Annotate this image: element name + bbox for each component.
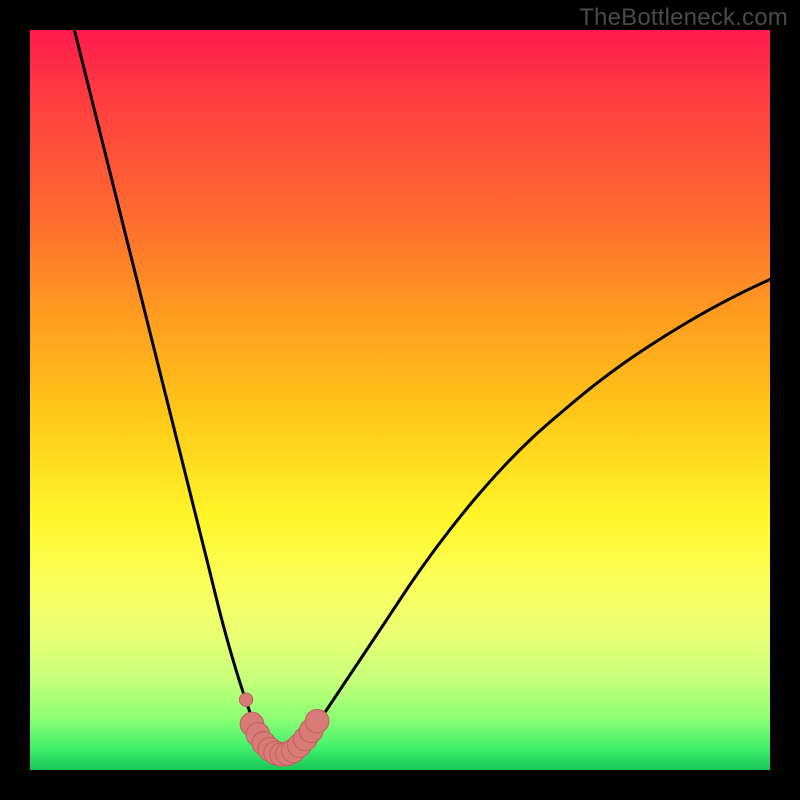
- curve-marker: [239, 693, 252, 706]
- marker-group: [239, 693, 329, 766]
- bottleneck-curve: [74, 30, 770, 755]
- plot-area: [30, 30, 770, 770]
- chart-frame: TheBottleneck.com: [0, 0, 800, 800]
- curve-layer: [30, 30, 770, 770]
- curve-marker: [305, 709, 329, 733]
- watermark-text: TheBottleneck.com: [579, 4, 788, 32]
